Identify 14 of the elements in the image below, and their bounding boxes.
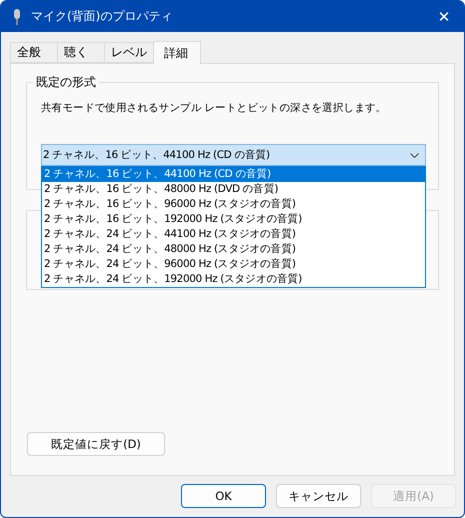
tab[interactable]: 聴く — [57, 42, 105, 63]
group-title: 既定の形式 — [33, 74, 99, 91]
microphone-icon — [13, 8, 21, 24]
dialog-button[interactable]: OK — [181, 484, 266, 508]
restore-defaults-button[interactable]: 既定値に戻す(D) — [27, 432, 165, 456]
tab[interactable]: 詳細 — [153, 41, 201, 64]
description-text: 共有モードで使用されるサンプル レートとビットの深さを選択します。 — [41, 101, 388, 115]
chevron-icon — [410, 152, 419, 158]
tab[interactable]: 全般 — [10, 42, 58, 63]
dialog-button[interactable]: キャンセル — [276, 484, 361, 508]
dropdown-option[interactable]: 2 チャネル、16 ビット、44100 Hz (CD の音質) — [42, 167, 425, 182]
tab[interactable]: レベル — [104, 42, 154, 63]
close-button[interactable]: ✕ — [424, 8, 464, 26]
window-title: マイク(背面)のプロパティ — [31, 8, 174, 25]
